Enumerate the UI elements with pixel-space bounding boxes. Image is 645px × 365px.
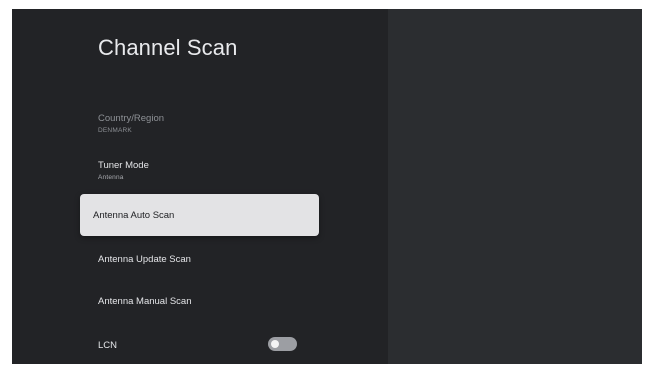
menu-item-label: Tuner Mode <box>98 160 149 171</box>
menu-item-tuner-mode[interactable]: Tuner Mode Antenna <box>98 160 328 181</box>
menu-item-label: Antenna Manual Scan <box>98 296 192 307</box>
menu-item-country-region[interactable]: Country/Region DENMARK <box>98 113 328 134</box>
menu-item-antenna-manual-scan[interactable]: Antenna Manual Scan <box>98 296 328 307</box>
toggle-knob <box>271 340 279 348</box>
menu-item-antenna-auto-scan[interactable]: Antenna Auto Scan <box>80 194 319 236</box>
menu-item-label: Antenna Auto Scan <box>93 210 175 221</box>
menu-item-value: DENMARK <box>98 127 132 134</box>
menu-item-label: Country/Region <box>98 113 165 124</box>
menu-item-label: Antenna Update Scan <box>98 254 191 265</box>
page-title: Channel Scan <box>98 35 238 60</box>
menu-item-value: Antenna <box>98 174 124 181</box>
settings-panel: Channel Scan Country/Region DENMARK Tune… <box>12 9 388 364</box>
menu-item-antenna-update-scan[interactable]: Antenna Update Scan <box>98 254 328 265</box>
lcn-toggle-switch[interactable] <box>268 337 297 351</box>
tv-screen: Channel Scan Country/Region DENMARK Tune… <box>12 9 642 364</box>
